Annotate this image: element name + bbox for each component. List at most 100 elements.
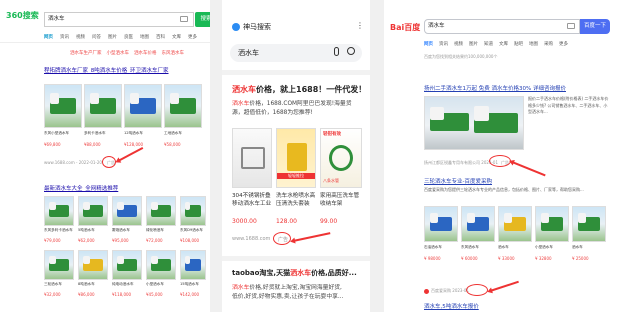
related-link[interactable]: 小型洒水车 (107, 50, 130, 56)
product-price: ¥ 32800 (535, 256, 552, 261)
related-link[interactable]: 东风洒水车 (162, 50, 185, 56)
product-label[interactable]: 小型洒水车 (146, 282, 176, 287)
search-button[interactable]: 搜索 (195, 12, 210, 27)
search-icon[interactable] (347, 47, 355, 55)
tab-bar: 网页 资讯 视频 问答 图片 良医 地图 百科 文库 更多 (44, 34, 197, 40)
product-label[interactable]: 12吨洒水车 (124, 131, 162, 136)
product-image[interactable] (44, 250, 74, 280)
ad-result-title[interactable]: 程拓牌洒水车厂家_8吨洒水车价格_环卫洒水车厂家 (44, 66, 204, 74)
camera-icon[interactable] (567, 23, 575, 29)
product-image[interactable] (164, 84, 202, 128)
search-input[interactable]: 洒水车 (44, 12, 194, 27)
product-label[interactable]: 三轮洒水车 (44, 282, 74, 287)
card-caption[interactable]: 家用高压洗车管收纳车架 (320, 192, 362, 216)
product-image[interactable]: 轻轻推拉 (276, 128, 316, 188)
tab-web[interactable]: 网页 (424, 41, 433, 47)
result-title[interactable]: 洒水车价格，就上1688！一件代发！ (232, 84, 366, 95)
product-label[interactable]: 小型洒水车 (535, 245, 569, 250)
tab-more[interactable]: 更多 (188, 34, 197, 40)
product-label[interactable]: 8吨洒水车 (78, 282, 108, 287)
product-label[interactable]: 工地洒水车 (164, 131, 202, 136)
highlight-circle (466, 284, 488, 296)
microphone-icon[interactable] (334, 47, 339, 56)
product-label[interactable]: 洒水车 (572, 245, 606, 250)
search-input[interactable]: 洒水车 (238, 48, 259, 58)
panel-baidu-search: Bai百度 洒水车 百度一下 网页 资讯 视频 图片 知道 文库 贴吧 地图 采… (384, 0, 640, 312)
product-image[interactable] (44, 84, 82, 128)
search-input[interactable]: 洒水车 (424, 19, 580, 34)
tab-purchase[interactable]: 采购 (544, 41, 553, 47)
product-image[interactable] (146, 250, 176, 280)
product-image[interactable] (84, 84, 122, 128)
related-link[interactable]: 洒水车价格 (134, 50, 157, 56)
product-image[interactable] (535, 206, 569, 242)
product-image[interactable]: 轻钳有效 八条水管 (320, 128, 362, 188)
card-caption[interactable]: 洗车水枪喷水高压清洗头套装 (276, 192, 316, 216)
result-title[interactable]: 三轮洒水车专业-百度爱采购 (424, 177, 574, 185)
card-caption[interactable]: 304不锈钢折叠移动洒水车工业 (232, 192, 272, 216)
product-image[interactable] (424, 206, 458, 242)
product-label[interactable]: 15吨洒水车 (180, 282, 206, 287)
product-label[interactable]: 石油洒水车 (424, 245, 458, 250)
product-image[interactable] (146, 196, 176, 226)
related-link[interactable]: 洒水车生产厂家 (70, 50, 102, 56)
tab-baike[interactable]: 百科 (156, 34, 165, 40)
tab-wenku[interactable]: 文库 (499, 41, 508, 47)
camera-icon[interactable] (180, 16, 188, 22)
result-title[interactable]: 最新洒水车大全_全网精选推荐 (44, 184, 204, 192)
card-badge: 轻钳有效 (323, 132, 341, 137)
product-label[interactable]: 东风洒水车 (461, 245, 495, 250)
tab-wenku[interactable]: 文库 (172, 34, 181, 40)
product-label[interactable]: 雾炮洒水车 (112, 228, 142, 233)
product-image[interactable] (112, 250, 142, 280)
product-label[interactable]: 东风D9洒水车 (180, 228, 206, 233)
product-price: ¥88,000 (84, 142, 101, 147)
product-label[interactable]: 东风小型洒水车 (44, 131, 82, 136)
tab-images[interactable]: 图片 (108, 34, 117, 40)
product-image[interactable] (112, 196, 142, 226)
product-price: ¥86,000 (78, 292, 95, 297)
product-image[interactable] (180, 250, 206, 280)
product-image[interactable] (461, 206, 495, 242)
product-label[interactable]: 5吨洒水车 (78, 228, 108, 233)
logo-360: 360搜索 (6, 11, 39, 20)
ad-result-title[interactable]: 扬州二手洒水车1万起 免费 洒水车价格30% 详细咨询报价 (424, 84, 594, 92)
product-label[interactable]: 洒水车 (498, 245, 532, 250)
tab-map[interactable]: 地图 (140, 34, 149, 40)
product-image[interactable] (124, 84, 162, 128)
product-image[interactable] (78, 250, 108, 280)
tab-video[interactable]: 视频 (454, 41, 463, 47)
tab-video[interactable]: 视频 (76, 34, 85, 40)
tab-more[interactable]: 更多 (559, 41, 568, 47)
product-price: ¥ 98000 (424, 256, 441, 261)
tab-tieba[interactable]: 贴吧 (514, 41, 523, 47)
tab-images[interactable]: 图片 (469, 41, 478, 47)
product-label[interactable]: 绿化喷洒车 (146, 228, 176, 233)
logo-shenma: 神马搜索 (243, 23, 271, 31)
product-image[interactable] (424, 96, 524, 150)
product-image[interactable] (44, 196, 74, 226)
highlight-circle (273, 232, 291, 245)
tab-zhidao[interactable]: 知道 (484, 41, 493, 47)
tab-doctor[interactable]: 良医 (124, 34, 133, 40)
tab-news[interactable]: 资讯 (439, 41, 448, 47)
product-label[interactable]: 东风多利卡洒水车 (44, 228, 74, 233)
search-button[interactable]: 百度一下 (580, 19, 610, 34)
tab-web[interactable]: 网页 (44, 34, 53, 40)
result-source: 百度爱采购 2023-01 (431, 288, 469, 293)
tab-map[interactable]: 地图 (529, 41, 538, 47)
tab-news[interactable]: 资讯 (60, 34, 69, 40)
product-image[interactable] (78, 196, 108, 226)
tab-qa[interactable]: 问答 (92, 34, 101, 40)
product-image[interactable] (180, 196, 206, 226)
product-image[interactable] (232, 128, 272, 188)
result-title[interactable]: 洒水车,5吨洒水车报价 (424, 302, 574, 310)
shenma-logo-icon (232, 23, 240, 31)
more-menu-icon[interactable]: ⋮ (356, 21, 364, 30)
product-label[interactable]: 纯电动洒水车 (112, 282, 142, 287)
product-image[interactable] (572, 206, 606, 242)
product-label[interactable]: 多利卡洒水车 (84, 131, 122, 136)
result-title[interactable]: taobao淘宝,天猫洒水车价格,品质好... (232, 268, 357, 278)
product-image[interactable] (498, 206, 532, 242)
panel-360-search: 360搜索 洒水车 搜索 网页 资讯 视频 问答 图片 良医 地图 百科 文库 … (0, 0, 210, 312)
